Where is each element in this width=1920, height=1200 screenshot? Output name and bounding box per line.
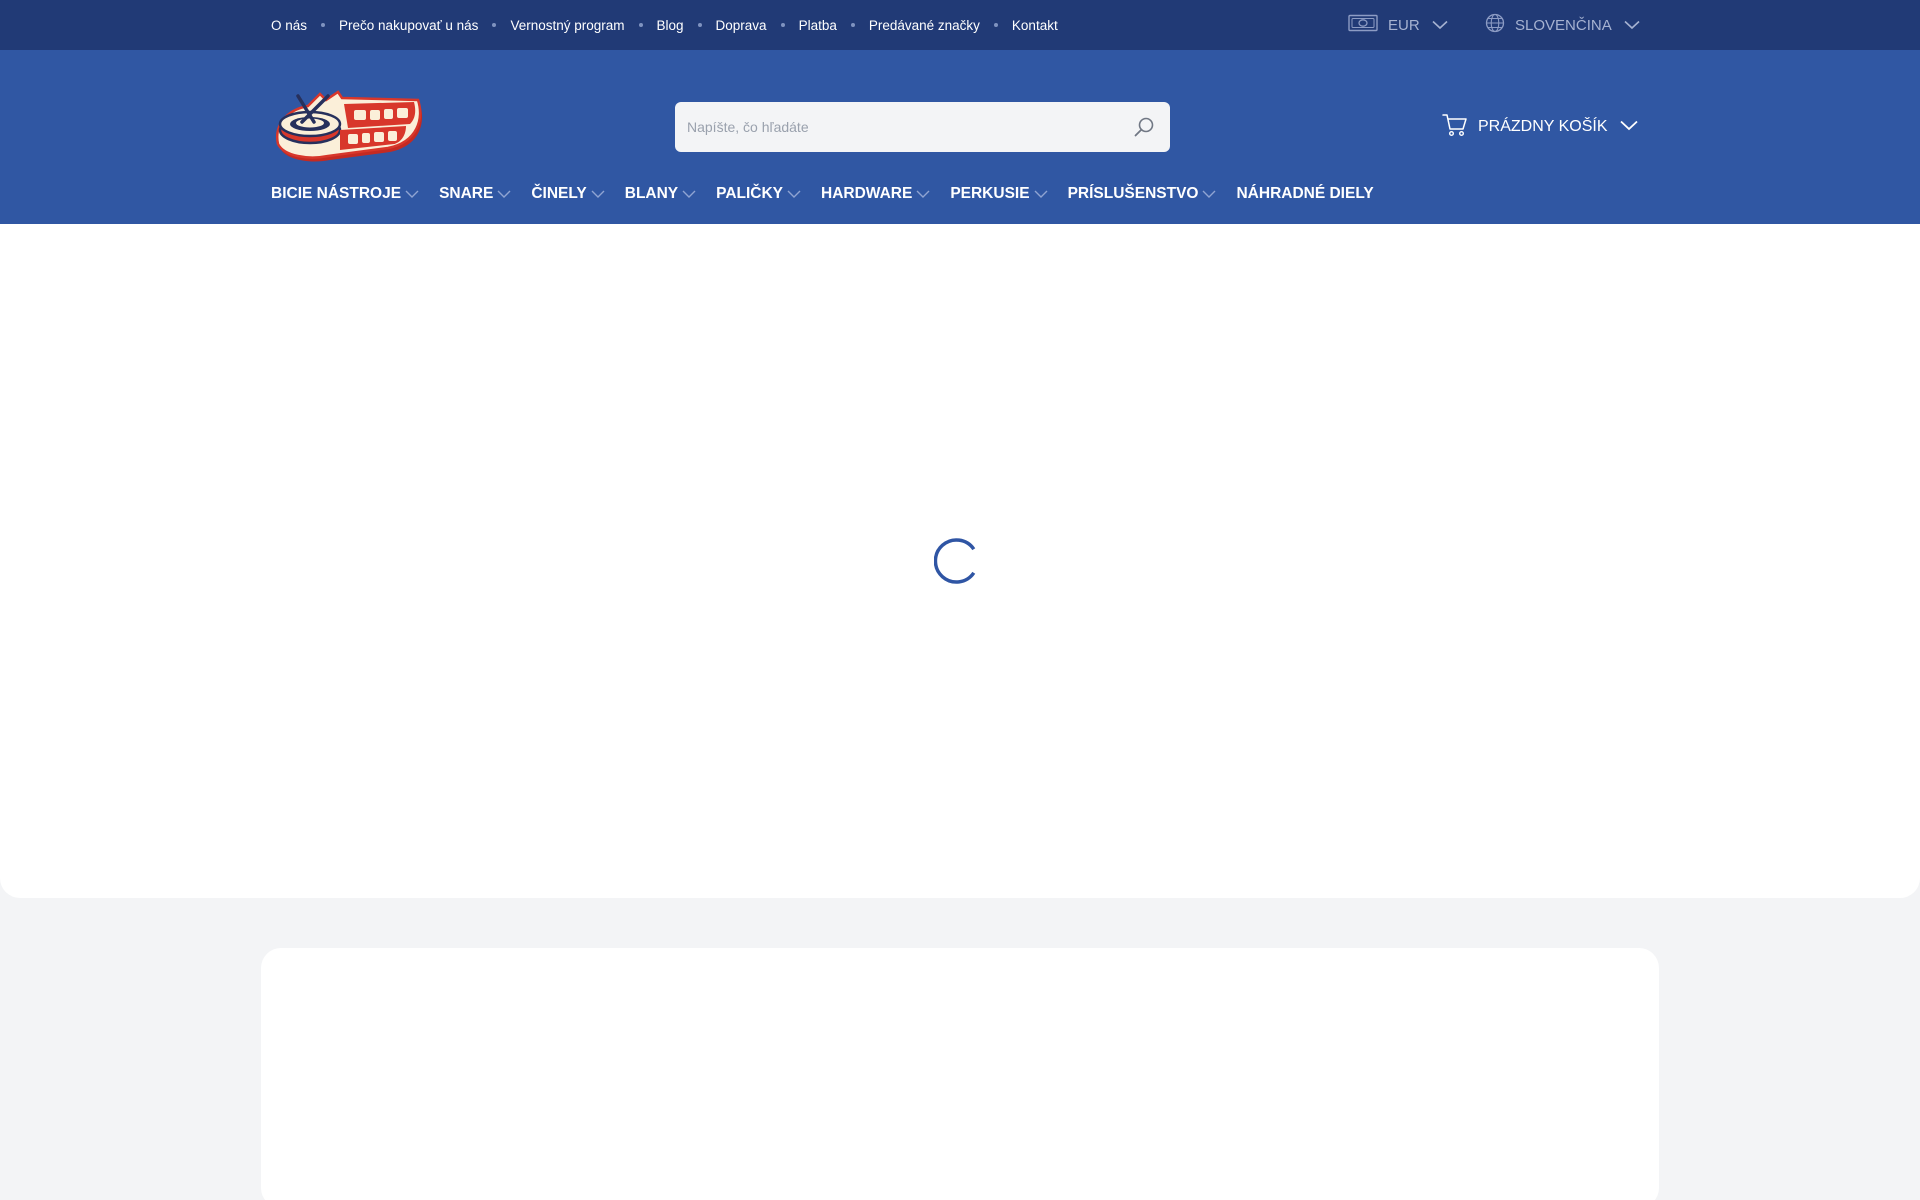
separator-dot [780, 23, 785, 27]
chevron-down-icon [1202, 185, 1216, 203]
chevron-down-icon [1619, 118, 1638, 136]
top-utility-bar: O nás Prečo nakupovať u nás Vernostný pr… [0, 0, 1920, 50]
language-label: SLOVENČINA [1515, 16, 1612, 34]
nav-item-hardware[interactable]: HARDWARE [821, 185, 930, 203]
chevron-down-icon [1034, 185, 1048, 203]
top-link-vernostny-program[interactable]: Vernostný program [510, 18, 624, 33]
separator-dot [492, 23, 497, 27]
content-card [261, 948, 1659, 1200]
nav-item-bicie-nastroje[interactable]: BICIE NÁSTROJE [271, 185, 419, 203]
language-selector[interactable]: SLOVENČINA [1485, 0, 1640, 50]
nav-item-label: PERKUSIE [950, 185, 1030, 202]
chevron-down-icon [591, 185, 605, 203]
cart-icon [1442, 113, 1468, 142]
top-link-blog[interactable]: Blog [657, 18, 684, 33]
main-header: PRÁZDNY KOŠÍK BICIE NÁSTROJE SNARE ČINEL… [0, 50, 1920, 224]
top-links-nav: O nás Prečo nakupovať u nás Vernostný pr… [271, 0, 1058, 50]
cart-label: PRÁZDNY KOŠÍK [1478, 118, 1608, 135]
nav-item-label: PRÍSLUŠENSTVO [1067, 185, 1199, 202]
separator-dot [638, 23, 643, 27]
top-link-platba[interactable]: Platba [799, 18, 837, 33]
drum-planet-logo[interactable] [270, 88, 426, 164]
top-link-kontakt[interactable]: Kontakt [1012, 18, 1058, 33]
search-input[interactable] [687, 102, 1127, 152]
separator-dot [321, 23, 326, 27]
nav-item-cinely[interactable]: ČINELY [531, 185, 605, 203]
separator-dot [993, 23, 998, 27]
cart-button[interactable]: PRÁZDNY KOŠÍK [1442, 113, 1638, 142]
category-nav: BICIE NÁSTROJE SNARE ČINELY BLANY PALIČK… [271, 184, 1394, 204]
loading-spinner-icon [933, 536, 984, 586]
separator-dot [697, 23, 702, 27]
chevron-down-icon [787, 185, 801, 203]
currency-label: EUR [1388, 16, 1420, 34]
nav-item-label: PALIČKY [716, 185, 784, 202]
chevron-down-icon [1624, 17, 1640, 34]
nav-item-snare[interactable]: SNARE [439, 185, 511, 203]
chevron-down-icon [497, 185, 511, 203]
nav-item-label: SNARE [439, 185, 494, 202]
top-link-predavane-znacky[interactable]: Predávané značky [869, 18, 980, 33]
top-link-doprava[interactable]: Doprava [716, 18, 767, 33]
nav-item-perkusie[interactable]: PERKUSIE [950, 185, 1048, 203]
nav-item-label: HARDWARE [821, 185, 913, 202]
nav-item-nahradne-diely[interactable]: NÁHRADNÉ DIELY [1236, 185, 1373, 203]
chevron-down-icon [916, 185, 930, 203]
top-link-preco-nakupovat[interactable]: Prečo nakupovať u nás [339, 18, 478, 33]
nav-item-label: NÁHRADNÉ DIELY [1236, 185, 1374, 202]
chevron-down-icon [1432, 17, 1448, 34]
chevron-down-icon [682, 185, 696, 203]
globe-icon [1485, 13, 1505, 37]
money-icon [1348, 14, 1378, 36]
nav-item-label: BICIE NÁSTROJE [271, 185, 402, 202]
nav-item-label: BLANY [624, 185, 679, 202]
nav-item-prislusenstvo[interactable]: PRÍSLUŠENSTVO [1068, 185, 1217, 203]
nav-item-blany[interactable]: BLANY [625, 185, 696, 203]
nav-item-palicky[interactable]: PALIČKY [716, 185, 801, 203]
separator-dot [850, 23, 855, 27]
currency-selector[interactable]: EUR [1348, 0, 1448, 50]
search-box [675, 102, 1170, 152]
search-icon[interactable] [1133, 116, 1155, 138]
top-link-o-nas[interactable]: O nás [271, 18, 307, 33]
chevron-down-icon [405, 185, 419, 203]
nav-item-label: ČINELY [531, 185, 587, 202]
